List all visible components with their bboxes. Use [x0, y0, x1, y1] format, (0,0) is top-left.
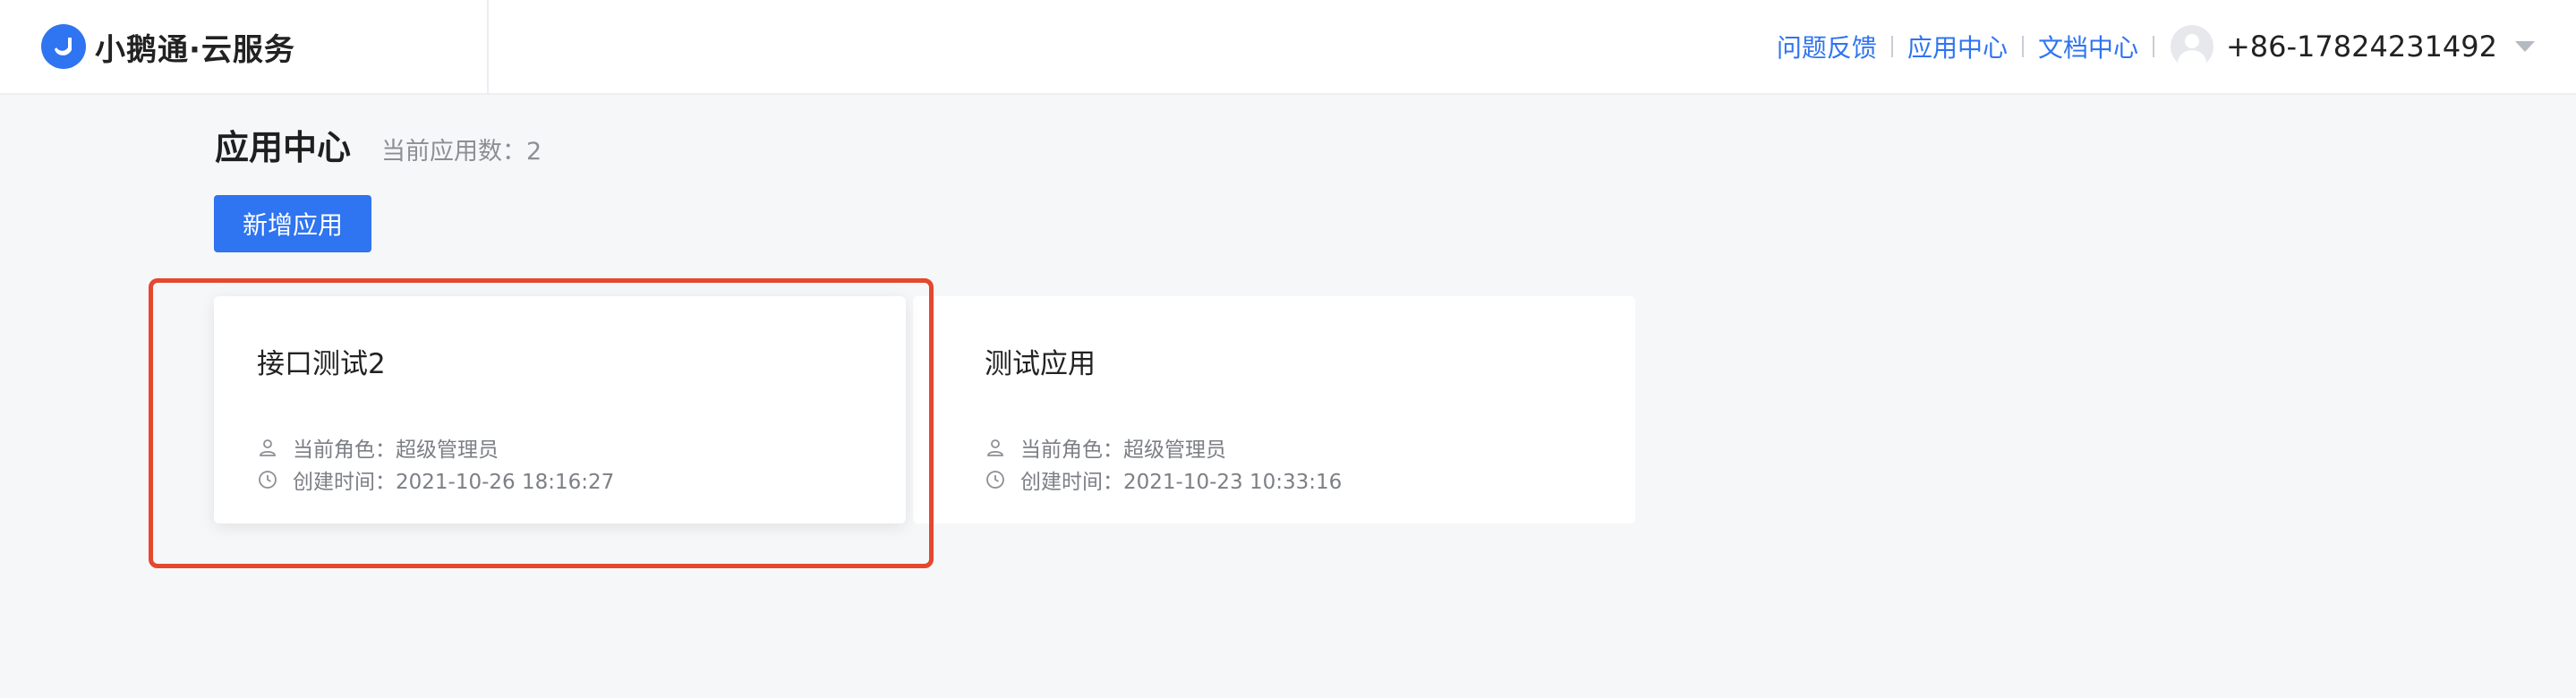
user-icon — [260, 439, 276, 456]
app-card-role-text: 当前角色：超级管理员 — [293, 438, 499, 462]
app-center-link[interactable]: 应用中心 — [1907, 29, 2008, 64]
clock-icon — [986, 471, 1004, 489]
add-app-button[interactable]: 新增应用 — [214, 195, 371, 252]
app-card-role: 当前角色：超级管理员 — [257, 431, 906, 464]
app-card-created-text: 创建时间：2021-10-23 10:33:16 — [1020, 471, 1343, 494]
brand[interactable]: 小鹅通·云服务 — [0, 0, 489, 93]
caret-down-icon[interactable] — [2515, 41, 2535, 52]
top-nav: 问题反馈 应用中心 文档中心 +86-17824231492 — [1777, 0, 2535, 93]
docs-center-link[interactable]: 文档中心 — [2038, 29, 2138, 64]
divider — [2152, 36, 2154, 57]
page-title: 应用中心 — [215, 128, 352, 167]
divider — [2021, 36, 2024, 57]
page-heading: 应用中心 当前应用数：2 — [215, 120, 542, 169]
app-card-role: 当前角色：超级管理员 — [985, 431, 1635, 464]
user-phone[interactable]: +86-17824231492 — [2226, 30, 2497, 64]
app-card[interactable]: 测试应用 当前角色：超级管理员 创建时间：2021-10-23 10:33:16 — [913, 296, 1635, 524]
feedback-link[interactable]: 问题反馈 — [1777, 29, 1877, 64]
divider — [1890, 36, 1893, 57]
user-icon — [987, 439, 1003, 456]
app-count: 当前应用数：2 — [381, 138, 542, 166]
top-bar: 小鹅通·云服务 问题反馈 应用中心 文档中心 +86-17824231492 — [0, 0, 2576, 95]
app-card-title: 接口测试2 — [257, 348, 386, 380]
app-card-created: 创建时间：2021-10-26 18:16:27 — [257, 464, 906, 496]
app-card-created: 创建时间：2021-10-23 10:33:16 — [985, 464, 1635, 496]
app-card-created-text: 创建时间：2021-10-26 18:16:27 — [293, 471, 615, 494]
brand-name: 小鹅通·云服务 — [95, 31, 295, 68]
clock-icon — [259, 471, 277, 489]
app-card-role-text: 当前角色：超级管理员 — [1020, 438, 1226, 462]
app-card[interactable]: 接口测试2 当前角色：超级管理员 创建时间：2021-10-26 18:16:2… — [214, 296, 906, 524]
goose-logo-icon — [41, 24, 86, 69]
app-card-title: 测试应用 — [985, 348, 1096, 380]
avatar[interactable] — [2170, 25, 2213, 68]
